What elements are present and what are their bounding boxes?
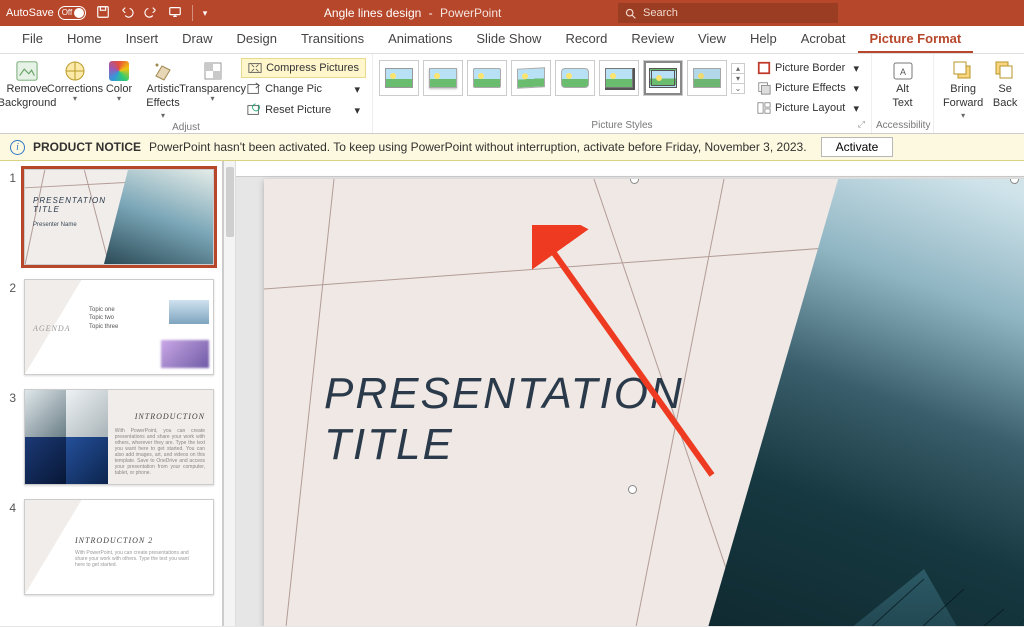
tab-animations[interactable]: Animations [376,25,464,53]
tab-review[interactable]: Review [619,25,686,53]
tab-acrobat[interactable]: Acrobat [789,25,858,53]
compress-pictures-button[interactable]: Compress Pictures [241,58,366,78]
slide-thumbnail-3[interactable]: INTRODUCTION With PowerPoint, you can cr… [24,389,214,485]
vertical-scrollbar[interactable] [224,161,236,626]
slideshow-icon[interactable] [168,5,182,22]
group-label-picture-styles: Picture Styles⤢ [377,120,867,132]
svg-text:A: A [899,67,905,77]
send-backward-button[interactable]: Se Back [990,56,1020,109]
picture-border-icon [757,61,771,75]
reset-picture-icon [247,103,261,117]
quick-access-toolbar: AutoSave Off ▾ [6,5,207,22]
work-area: 1 PRESENTATIONTITLE Presenter Name 2 AGE… [0,161,1024,626]
info-icon: i [10,140,25,155]
product-notice-bar: i PRODUCT NOTICE PowerPoint hasn't been … [0,134,1024,161]
picture-style-item[interactable] [687,60,727,96]
picture-effects-button[interactable]: Picture Effects▾ [751,78,865,98]
reset-picture-button[interactable]: Reset Picture▾ [241,100,366,120]
group-label-adjust: Adjust [4,122,368,134]
alt-text-icon: A [892,60,914,82]
remove-background-button[interactable]: Remove Background [4,56,50,109]
picture-style-item[interactable] [379,60,419,96]
tab-help[interactable]: Help [738,25,789,53]
redo-icon[interactable] [144,5,158,22]
remove-background-icon [16,60,38,82]
gallery-scroll[interactable]: ▴▾⌄ [731,63,745,94]
dialog-launcher-icon[interactable]: ⤢ [858,119,865,130]
save-icon[interactable] [96,5,110,22]
picture-style-item[interactable] [643,60,683,96]
undo-icon[interactable] [120,5,134,22]
corrections-button[interactable]: Corrections ▾ [52,56,98,101]
notice-message: PowerPoint hasn't been activated. To kee… [149,140,807,154]
slide-editor[interactable]: PRESENTATIONTITLE Presenter Name [224,161,1024,626]
slide-number: 2 [4,279,16,295]
tab-record[interactable]: Record [553,25,619,53]
title-bar: AutoSave Off ▾ Angle lines design - Powe… [0,0,1024,26]
color-button[interactable]: Color ▾ [100,56,138,101]
change-picture-button[interactable]: Change Pic▾ [241,79,366,99]
activate-button[interactable]: Activate [821,137,894,157]
picture-layout-button[interactable]: Picture Layout▾ [751,98,865,118]
group-label-accessibility: Accessibility [876,120,929,132]
slide-number: 3 [4,389,16,405]
change-picture-icon [247,82,261,96]
tab-transitions[interactable]: Transitions [289,25,376,53]
color-icon [108,60,130,82]
tab-file[interactable]: File [10,25,55,53]
picture-styles-gallery[interactable]: ▴▾⌄ [377,56,747,100]
tab-insert[interactable]: Insert [114,25,171,53]
tab-slideshow[interactable]: Slide Show [464,25,553,53]
picture-style-item[interactable] [599,60,639,96]
corrections-icon [64,60,86,82]
slide-thumbnail-4[interactable]: INTRODUCTION 2 With PowerPoint, you can … [24,499,214,595]
window-title: Angle lines design - PowerPoint [207,6,618,20]
autosave-toggle[interactable]: AutoSave Off [6,6,86,20]
tab-home[interactable]: Home [55,25,114,53]
picture-effects-icon [757,81,771,95]
ribbon-tabs: File Home Insert Draw Design Transitions… [0,26,1024,54]
picture-style-item[interactable] [423,60,463,96]
tab-design[interactable]: Design [225,25,289,53]
bring-forward-button[interactable]: Bring Forward ▾ [938,56,988,122]
ribbon: Remove Background Corrections ▾ Color ▾ [0,54,1024,134]
tab-draw[interactable]: Draw [170,25,224,53]
search-icon [624,7,637,20]
alt-text-button[interactable]: A Alt Text [880,56,926,109]
slide-thumbnails-panel[interactable]: 1 PRESENTATIONTITLE Presenter Name 2 AGE… [0,161,224,626]
slide-title[interactable]: PRESENTATIONTITLE [324,369,684,470]
transparency-icon [202,60,224,82]
slide-canvas[interactable]: PRESENTATIONTITLE Presenter Name [264,179,1024,626]
slide-thumbnail-1[interactable]: PRESENTATIONTITLE Presenter Name [24,169,214,265]
picture-style-item[interactable] [511,60,551,96]
bring-forward-icon [952,60,974,82]
tab-picture-format[interactable]: Picture Format [858,25,974,53]
search-box[interactable]: Search [618,3,838,23]
artistic-effects-icon [152,60,174,82]
horizontal-ruler [236,161,1024,177]
slide-thumbnail-2[interactable]: AGENDA Topic oneTopic twoTopic three [24,279,214,375]
compress-pictures-icon [248,61,262,75]
send-backward-icon [994,60,1016,82]
picture-border-button[interactable]: Picture Border▾ [751,58,865,78]
picture-style-item[interactable] [555,60,595,96]
slide-number: 4 [4,499,16,515]
notice-title: PRODUCT NOTICE [33,140,141,154]
transparency-button[interactable]: Transparency ▾ [188,56,237,101]
picture-layout-icon [757,101,771,115]
tab-view[interactable]: View [686,25,738,53]
slide-number: 1 [4,169,16,185]
picture-style-item[interactable] [467,60,507,96]
